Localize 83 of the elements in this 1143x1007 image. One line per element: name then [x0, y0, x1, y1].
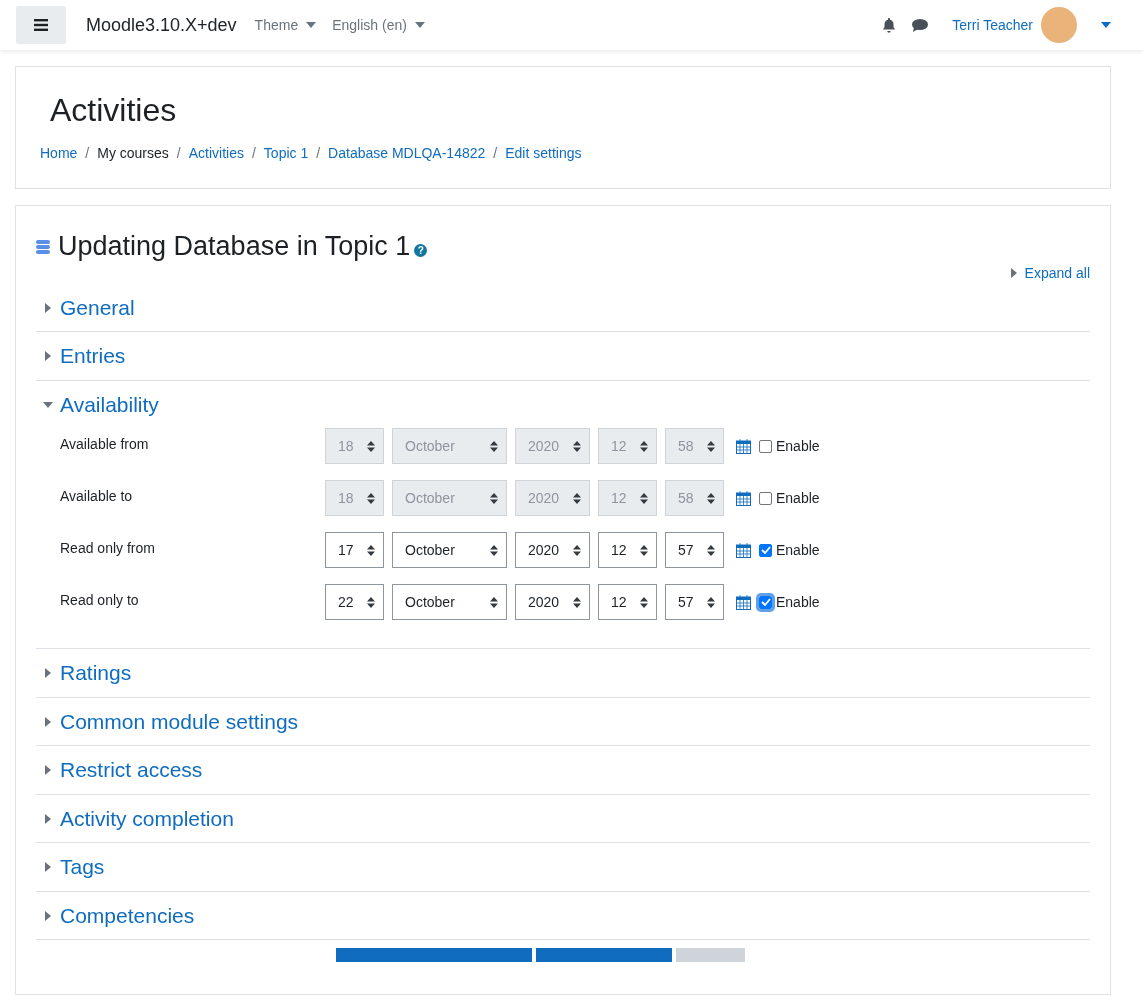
sort-arrows-icon [640, 440, 648, 452]
field-label: Available to [60, 487, 134, 507]
enable-checkbox[interactable]: Enable [759, 435, 820, 457]
minute-select[interactable]: 57 [665, 584, 724, 621]
section-heading-link[interactable]: Ratings [60, 657, 132, 689]
breadcrumb-separator: / [493, 144, 498, 164]
enable-checkbox[interactable]: Enable [759, 487, 820, 509]
dropdown-menu-link[interactable]: Theme [254, 14, 317, 36]
chat-bubble-icon[interactable] [912, 18, 929, 32]
breadcrumb-link[interactable]: Database MDLQA-14822 [328, 143, 486, 165]
checkmark-icon [760, 546, 771, 555]
primary-button[interactable] [536, 948, 672, 963]
section-heading-link[interactable]: Restrict access [60, 754, 203, 786]
enable-checkbox[interactable]: Enable [759, 591, 820, 613]
field-label: Read only from [60, 539, 156, 559]
sort-arrows-icon [573, 440, 581, 452]
sort-arrows-icon [490, 440, 498, 452]
breadcrumb-separator: / [316, 144, 321, 164]
help-icon[interactable]: ? [414, 244, 428, 258]
breadcrumb-separator: / [85, 144, 90, 164]
year-select[interactable]: 2020 [515, 532, 590, 569]
minute-select[interactable]: 57 [665, 532, 724, 569]
sort-arrows-icon [573, 492, 581, 504]
sort-arrows-icon [707, 544, 715, 556]
section-heading-link[interactable]: Common module settings [60, 705, 299, 738]
site-name-link[interactable]: Moodle3.10.X+dev [86, 11, 237, 39]
sort-arrows-icon [490, 492, 498, 504]
sort-arrows-icon [573, 544, 581, 556]
day-select[interactable]: 17 [325, 532, 384, 569]
sort-arrows-icon [707, 596, 715, 608]
month-select[interactable]: October [392, 584, 507, 621]
sort-arrows-icon [490, 596, 498, 608]
calendar-icon[interactable] [736, 438, 751, 454]
field-label: Read only to [60, 591, 140, 611]
breadcrumb-separator: / [176, 144, 181, 164]
sort-arrows-icon [573, 596, 581, 608]
hour-select[interactable]: 12 [598, 584, 657, 621]
breadcrumb-separator: / [251, 144, 256, 164]
day-select[interactable]: 22 [325, 584, 384, 621]
section-heading-link[interactable]: Entries [60, 340, 126, 372]
hour-select[interactable]: 12 [598, 532, 657, 569]
calendar-icon[interactable] [736, 594, 751, 610]
caret-icon[interactable] [414, 22, 425, 28]
expand-all-link[interactable]: Expand all [1010, 262, 1090, 284]
primary-button[interactable] [336, 948, 532, 963]
calendar-icon[interactable] [736, 542, 751, 558]
year-select[interactable]: 2020 [515, 584, 590, 621]
breadcrumb-link[interactable]: Home [40, 143, 78, 165]
section-heading-link[interactable]: Availability [60, 388, 159, 421]
breadcrumb-text: My courses [97, 144, 169, 164]
sort-arrows-icon [640, 544, 648, 556]
caret-icon[interactable] [1101, 22, 1111, 28]
dropdown-menu-link[interactable]: English (en) [332, 14, 425, 36]
section-heading-link[interactable]: Tags [60, 851, 105, 883]
sort-arrows-icon [367, 544, 375, 556]
breadcrumb-link[interactable]: Edit settings [505, 143, 582, 165]
caret-icon [1010, 268, 1017, 279]
enable-checkbox[interactable]: Enable [759, 539, 820, 561]
sort-arrows-icon [707, 492, 715, 504]
sort-arrows-icon [367, 440, 375, 452]
breadcrumb-link[interactable]: Activities [188, 143, 244, 165]
checkmark-icon [760, 598, 771, 607]
bell-icon[interactable] [882, 17, 897, 33]
month-select[interactable]: October [392, 532, 507, 569]
section-heading-link[interactable]: Competencies [60, 899, 195, 932]
section-heading-link[interactable]: Activity completion [60, 802, 234, 835]
sort-arrows-icon [707, 440, 715, 452]
calendar-icon[interactable] [736, 490, 751, 506]
database-icon [36, 238, 50, 255]
section-heading-link[interactable]: General [60, 291, 135, 324]
sort-arrows-icon [640, 492, 648, 504]
menu-button[interactable] [16, 6, 66, 44]
sort-arrows-icon [367, 492, 375, 504]
user-name-link[interactable]: Terri Teacher [952, 14, 1033, 36]
breadcrumb-link[interactable]: Topic 1 [263, 143, 309, 165]
sort-arrows-icon [367, 596, 375, 608]
form-title: Updating Database in Topic 1 [58, 230, 411, 263]
caret-icon[interactable] [306, 22, 317, 28]
sort-arrows-icon [490, 544, 498, 556]
sort-arrows-icon [640, 596, 648, 608]
page-title: Activities [50, 91, 178, 130]
menu-icon[interactable] [34, 19, 48, 31]
field-label: Available from [60, 435, 150, 455]
